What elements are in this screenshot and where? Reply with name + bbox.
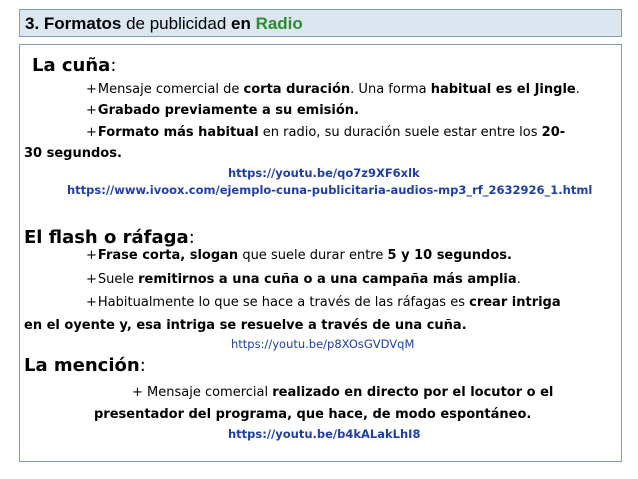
heading-mencion-text: La mención bbox=[24, 355, 140, 376]
flash-b1-bold: Frase corta, slogan bbox=[97, 248, 239, 263]
content-box: La cuña: +Mensaje comercial de corta dur… bbox=[19, 44, 622, 462]
flash-b1-bold2: 5 y 10 segundos. bbox=[387, 248, 512, 263]
plus-icon: + bbox=[86, 103, 97, 118]
cuna-bullet-2: +Grabado previamente a su emisión. bbox=[86, 103, 359, 118]
cuna-b1-bold: corta duración bbox=[243, 82, 351, 97]
cuna-b1-end: . bbox=[575, 82, 580, 97]
flash-b2-bold: remitirnos a una cuña o a una campaña má… bbox=[138, 272, 517, 287]
cuna-b3-cont: 30 segundos. bbox=[24, 146, 122, 161]
plus-icon: + bbox=[86, 125, 97, 140]
cuna-b1-bold2: habitual es el Jingle bbox=[430, 82, 576, 97]
flash-link-youtube[interactable]: https://youtu.be/p8XOsGVDVqM bbox=[231, 337, 414, 351]
cuna-bullet-1: +Mensaje comercial de corta duración. Un… bbox=[86, 82, 580, 97]
slide-title: 3. Formatos de publicidad en Radio bbox=[25, 14, 303, 34]
cuna-b2-bold: Grabado previamente a su emisión. bbox=[97, 103, 359, 118]
plus-icon: + bbox=[86, 248, 97, 263]
heading-flash: El flash o ráfaga: bbox=[24, 227, 195, 248]
title-part-2: de publicidad bbox=[121, 14, 231, 33]
flash-b2-end: . bbox=[516, 272, 521, 287]
cuna-b3-bold: Formato más habitual bbox=[97, 125, 259, 140]
title-bar: 3. Formatos de publicidad en Radio bbox=[19, 9, 622, 37]
flash-bullet-1: +Frase corta, slogan que suele durar ent… bbox=[86, 248, 512, 263]
cuna-b3-bold2: 20- bbox=[541, 125, 566, 140]
flash-b3-bold: crear intriga bbox=[469, 295, 561, 310]
mencion-b1-cont: presentador del programa, que hace, de m… bbox=[94, 407, 532, 422]
mencion-bullet-1-cont: presentador del programa, que hace, de m… bbox=[94, 407, 531, 422]
title-part-1: 3. Formatos bbox=[25, 14, 122, 33]
heading-flash-text: El flash o ráfaga bbox=[24, 227, 189, 248]
cuna-b1-pre: Mensaje comercial de bbox=[97, 82, 244, 97]
heading-mencion: La mención: bbox=[24, 355, 146, 376]
plus-icon: + bbox=[86, 295, 97, 310]
mencion-bullet-1: + Mensaje comercial realizado en directo… bbox=[132, 385, 553, 400]
flash-b2-pre: Suele bbox=[97, 272, 139, 287]
cuna-b1-mid: . Una forma bbox=[350, 82, 431, 97]
heading-mencion-colon: : bbox=[139, 355, 146, 376]
plus-icon: + bbox=[86, 82, 97, 97]
cuna-bullet-3-cont: 30 segundos. bbox=[24, 146, 122, 161]
slide: 3. Formatos de publicidad en Radio La cu… bbox=[0, 0, 638, 479]
flash-bullet-2: +Suele remitirnos a una cuña o a una cam… bbox=[86, 272, 521, 287]
mencion-b1-bold: realizado en directo por el locutor o el bbox=[272, 385, 554, 400]
flash-bullet-3: +Habitualmente lo que se hace a través d… bbox=[86, 295, 561, 310]
title-part-4: Radio bbox=[250, 14, 303, 33]
cuna-link-ivoox[interactable]: https://www.ivoox.com/ejemplo-cuna-publi… bbox=[67, 183, 592, 197]
flash-bullet-3-cont: en el oyente y, esa intriga se resuelve … bbox=[24, 318, 467, 333]
cuna-bullet-3: +Formato más habitual en radio, su durac… bbox=[86, 125, 565, 140]
mencion-b1-pre: + Mensaje comercial bbox=[132, 385, 273, 400]
flash-b3-pre: Habitualmente lo que se hace a través de… bbox=[97, 295, 470, 310]
heading-cuna: La cuña: bbox=[32, 55, 116, 76]
cuna-b3-mid: en radio, su duración suele estar entre … bbox=[258, 125, 542, 140]
plus-icon: + bbox=[86, 272, 97, 287]
heading-cuna-text: La cuña bbox=[32, 55, 111, 76]
mencion-link-youtube[interactable]: https://youtu.be/b4kALakLhI8 bbox=[228, 427, 420, 441]
flash-b3-cont: en el oyente y, esa intriga se resuelve … bbox=[24, 318, 467, 333]
heading-cuna-colon: : bbox=[110, 55, 117, 76]
title-part-3: en bbox=[231, 14, 251, 33]
flash-b1-mid: que suele durar entre bbox=[238, 248, 388, 263]
heading-flash-colon: : bbox=[188, 227, 195, 248]
cuna-link-youtube[interactable]: https://youtu.be/qo7z9XF6xlk bbox=[228, 166, 420, 180]
